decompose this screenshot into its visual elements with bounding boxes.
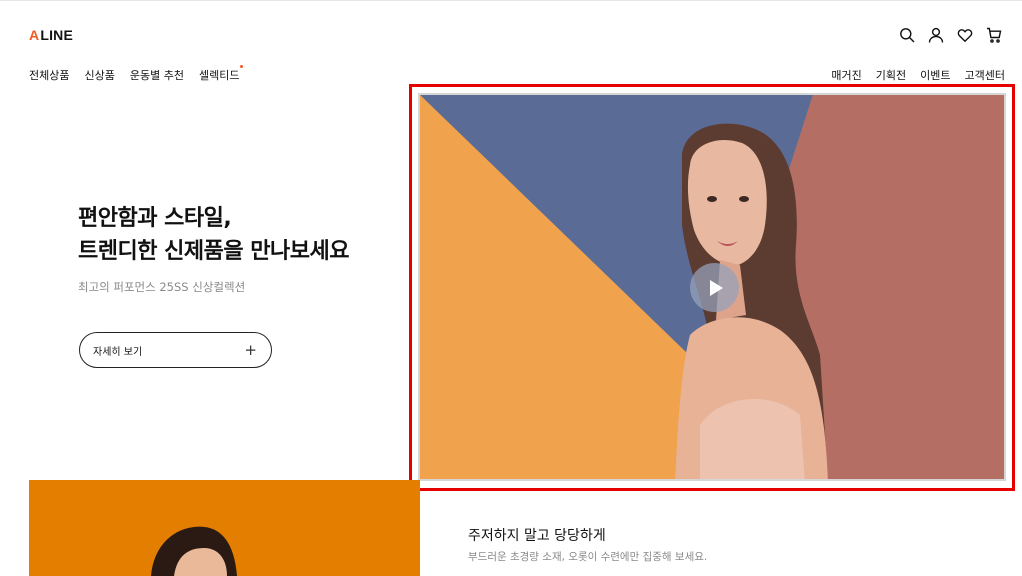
play-icon — [710, 279, 723, 296]
brand-logo[interactable]: A LINE — [29, 27, 73, 43]
view-details-label: 자세히 보기 — [93, 346, 143, 358]
hero-title-line1: 편안함과 스타일, — [78, 206, 232, 231]
promo-description: 부드러운 초경량 소재, 오롯이 수련에만 집중해 보세요. — [468, 551, 708, 563]
search-icon[interactable] — [898, 26, 915, 43]
cart-icon[interactable] — [985, 26, 1002, 43]
logo-text: LINE — [40, 27, 74, 43]
top-divider — [0, 0, 1022, 1]
nav-magazine[interactable]: 매거진 — [831, 67, 861, 83]
promo-image — [29, 480, 420, 576]
promo-title: 주저하지 말고 당당하게 — [468, 528, 606, 544]
plus-icon: + — [244, 340, 257, 359]
nav-events[interactable]: 이벤트 — [920, 67, 950, 83]
main-nav: 전체상품 신상품 운동별 추천 셀렉티드 — [29, 65, 244, 83]
nav-all-products[interactable]: 전체상품 — [29, 67, 69, 83]
hero-title-line2: 트렌디한 신제품을 만나보세요 — [78, 239, 349, 264]
logo-accent-letter: A — [29, 27, 40, 43]
nav-selected-label: 셀렉티드 — [198, 69, 240, 82]
nav-by-exercise[interactable]: 운동별 추천 — [130, 67, 184, 83]
secondary-nav: 매거진 기획전 이벤트 고객센터 — [831, 67, 1005, 83]
promo-image-art — [151, 526, 237, 576]
hero-subtitle: 최고의 퍼포먼스 25SS 신상컬렉션 — [78, 280, 246, 294]
nav-customer-center[interactable]: 고객센터 — [965, 67, 1005, 83]
nav-new-products[interactable]: 신상품 — [84, 67, 114, 83]
new-dot-badge — [240, 65, 244, 68]
hero-video[interactable] — [418, 93, 1006, 481]
header-utility-icons — [898, 26, 1002, 43]
nav-promotions[interactable]: 기획전 — [876, 67, 906, 83]
heart-icon[interactable] — [956, 26, 973, 43]
user-icon[interactable] — [927, 26, 944, 43]
play-button[interactable] — [690, 263, 739, 312]
view-details-button[interactable]: 자세히 보기 + — [79, 332, 272, 368]
hero-title: 편안함과 스타일, 트렌디한 신제품을 만나보세요 — [78, 202, 349, 268]
nav-selected[interactable]: 셀렉티드 — [198, 65, 244, 83]
